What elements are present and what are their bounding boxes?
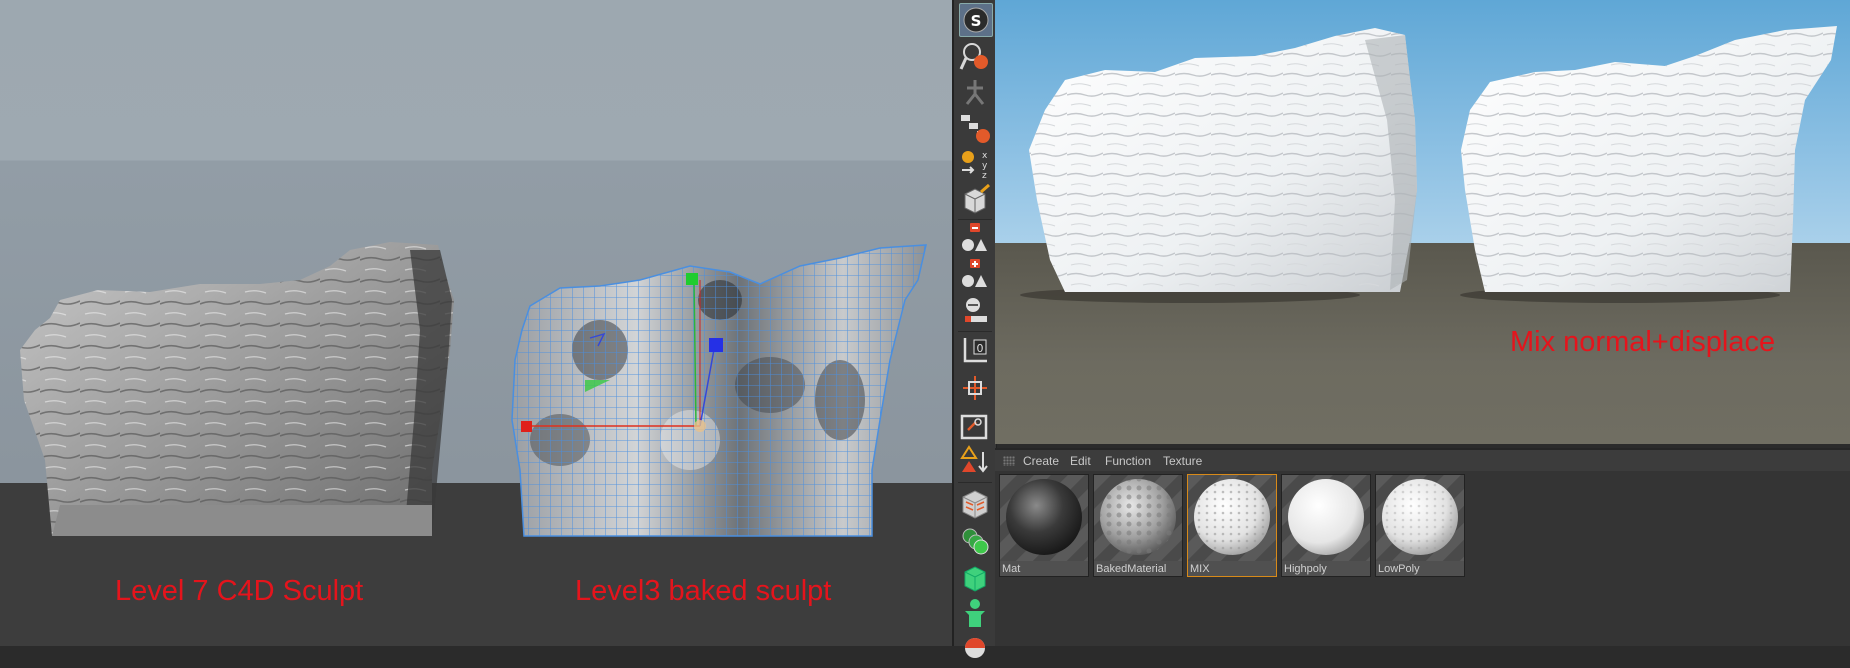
y-axis-handle [686, 273, 698, 285]
spheres-icon[interactable] [959, 525, 991, 557]
material-swatch-mat[interactable]: Mat [999, 474, 1089, 577]
scale-letter: S [971, 12, 982, 30]
rock-render-1[interactable] [1029, 28, 1417, 292]
material-name: Highpoly [1284, 563, 1327, 575]
left-viewport[interactable]: Level 7 C4D Sculpt Level3 baked sculpt [0, 0, 952, 646]
material-preview [1376, 475, 1464, 561]
caption-level3: Level3 baked sculpt [575, 575, 832, 607]
svg-text:y: y [982, 161, 988, 171]
rock-render-2[interactable] [1461, 26, 1837, 292]
svg-text:z: z [982, 171, 987, 180]
caption-mix: Mix normal+displace [1510, 326, 1776, 358]
snap-icon[interactable] [959, 372, 991, 404]
material-preview [1282, 475, 1370, 561]
magnify-icon[interactable] [959, 40, 991, 72]
hierarchy-icon[interactable] [959, 112, 991, 144]
toolbar-divider [958, 331, 992, 332]
green-cube-icon[interactable] [959, 562, 991, 594]
left-viewport-scene [20, 242, 927, 537]
material-swatch-highpoly[interactable]: Highpoly [1281, 474, 1371, 577]
rock-sculpt-level7[interactable] [20, 242, 454, 536]
scale-icon[interactable]: S [959, 3, 993, 37]
axis-letter: 0 [977, 342, 984, 355]
material-swatch-lowpoly[interactable]: LowPoly [1375, 474, 1465, 577]
z-axis-handle [709, 338, 723, 352]
right-viewport[interactable]: Mix normal+displace [995, 0, 1850, 444]
half-circle-icon[interactable] [959, 632, 991, 664]
x-axis-handle [521, 421, 532, 432]
toolbar-divider [958, 219, 992, 220]
material-name: Mat [1002, 563, 1021, 575]
subdivide-down-icon[interactable] [959, 222, 991, 254]
material-swatch-baked[interactable]: BakedMaterial [1093, 474, 1183, 577]
material-preview [1188, 475, 1276, 561]
menu-edit[interactable]: Edit [1070, 454, 1091, 468]
vertical-toolbar: S xyz 0 [952, 0, 997, 658]
material-name: LowPoly [1378, 563, 1420, 575]
workplane-icon[interactable] [959, 410, 991, 442]
material-preview [1000, 475, 1088, 561]
pose-icon[interactable] [959, 76, 991, 108]
menu-function[interactable]: Function [1105, 454, 1151, 468]
svg-text:x: x [982, 151, 988, 161]
menu-texture[interactable]: Texture [1163, 454, 1202, 468]
menu-create[interactable]: Create [1023, 454, 1059, 468]
material-name: MIX [1190, 563, 1210, 575]
caption-level7: Level 7 C4D Sculpt [115, 575, 364, 607]
material-list: Mat BakedMaterial MIX Highpoly LowPoly [995, 471, 1850, 646]
cube-icon[interactable] [959, 488, 991, 520]
material-preview [1094, 475, 1182, 561]
subdivide-up-icon[interactable] [959, 258, 991, 290]
cube-paint-icon[interactable] [959, 183, 991, 216]
axis-icon[interactable]: 0 [959, 334, 991, 366]
coordinate-icon[interactable]: xyz [959, 148, 991, 181]
material-menubar: Create Edit Function Texture [995, 448, 1850, 473]
rock-baked-level3[interactable] [511, 244, 927, 537]
material-swatch-mix[interactable]: MIX [1187, 474, 1277, 577]
subdivide-icon[interactable] [959, 294, 991, 326]
right-viewport-scene [1020, 26, 1837, 303]
material-name: BakedMaterial [1096, 563, 1167, 575]
figure-icon[interactable] [959, 597, 991, 629]
triangle-arrow-icon[interactable] [959, 444, 991, 476]
toolbar-divider [958, 482, 992, 483]
grip-icon[interactable] [1003, 456, 1015, 466]
